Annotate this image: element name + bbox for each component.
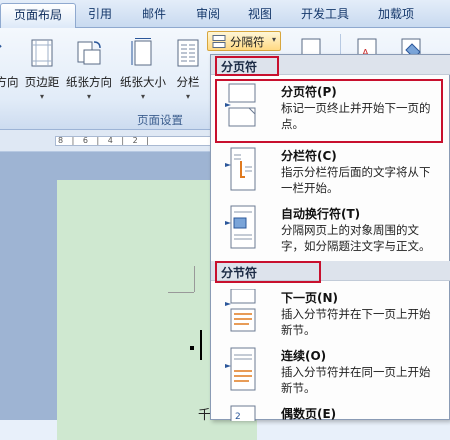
column-break-icon [225, 147, 256, 191]
page-size-button[interactable]: 纸张大小 ▾ [116, 34, 170, 116]
continuous-section-icon [225, 347, 256, 391]
margin-corner-mark [194, 266, 195, 292]
text-wrapping-break-icon [225, 205, 256, 249]
menu-item-column-break[interactable]: 分栏符(C) 指示分栏符后面的文字将从下一栏开始。 [211, 143, 450, 201]
chevron-down-icon: ▾ [140, 92, 146, 101]
breaks-dropdown-menu: 分页符 分页符(P) 标记一页终止并开始下一页的点。 分栏符(C) 指示分栏符后… [210, 54, 450, 421]
ruler-scale: 8 | 6 | 4 | 2 | [55, 136, 215, 146]
tab-references[interactable]: 引用 [78, 3, 122, 28]
page-size-label: 纸张大小 [120, 75, 166, 89]
highlight-box [215, 56, 279, 76]
margins-button[interactable]: 页边距 ▾ [22, 34, 62, 116]
tab-developer[interactable]: 开发工具 [290, 3, 360, 28]
ribbon-tab-bar: 页面布局 引用 邮件 审阅 视图 开发工具 加载项 [0, 0, 450, 28]
breaks-label: 分隔符 [230, 35, 265, 49]
paragraph-bullet [190, 346, 194, 350]
chevron-down-icon: ▾ [86, 92, 92, 101]
chevron-down-icon: ▾ [185, 92, 191, 101]
text-direction-button[interactable]: 方向 [0, 34, 24, 116]
orientation-icon [77, 41, 101, 65]
menu-item-description: 分隔网页上的对象周围的文字，如分隔题注文字与正文。 [281, 223, 431, 253]
columns-label: 分栏 [176, 75, 200, 89]
margins-icon [31, 39, 53, 67]
menu-item-title: 下一页(N) [281, 291, 339, 305]
even-page-section-icon: 2 [230, 405, 256, 421]
menu-item-title: 分栏符(C) [281, 149, 337, 163]
text-cursor [200, 330, 202, 360]
text-direction-label: 方向 [0, 75, 19, 89]
menu-item-description: 插入分节符并在同一页上开始新节。 [281, 365, 431, 395]
chevron-down-icon: ▾ [272, 35, 277, 44]
tab-page-layout[interactable]: 页面布局 [0, 3, 76, 28]
page-size-icon [131, 38, 152, 66]
menu-item-title: 连续(O) [281, 349, 327, 363]
menu-item-next-page[interactable]: 下一页(N) 插入分节符并在下一页上开始新节。 [211, 285, 450, 341]
margins-label: 页边距 [24, 75, 60, 89]
columns-icon [177, 39, 199, 67]
orientation-button[interactable]: 纸张方向 ▾ [62, 34, 116, 116]
menu-item-even-page[interactable]: 2 偶数页(E) [211, 401, 450, 421]
highlight-box [215, 261, 321, 283]
menu-item-description: 插入分节符并在下一页上开始新节。 [281, 307, 431, 337]
breaks-icon [212, 35, 226, 48]
highlight-box [215, 79, 443, 143]
menu-item-title: 偶数页(E) [281, 407, 337, 421]
margin-corner-mark [168, 292, 194, 293]
menu-item-continuous[interactable]: 连续(O) 插入分节符并在同一页上开始新节。 [211, 343, 450, 399]
chevron-down-icon: ▾ [39, 92, 45, 101]
breaks-button[interactable]: 分隔符 ▾ [207, 31, 281, 51]
tab-add-ins[interactable]: 加载项 [368, 3, 424, 28]
next-page-section-icon [225, 289, 256, 332]
tab-mailings[interactable]: 邮件 [132, 3, 176, 28]
menu-item-description: 指示分栏符后面的文字将从下一栏开始。 [281, 165, 431, 195]
tab-review[interactable]: 审阅 [186, 3, 230, 28]
tab-view[interactable]: 视图 [238, 3, 282, 28]
text-direction-icon [0, 44, 2, 48]
orientation-label: 纸张方向 [66, 75, 112, 89]
menu-item-title: 自动换行符(T) [281, 207, 361, 221]
menu-item-text-wrapping-break[interactable]: 自动换行符(T) 分隔网页上的对象周围的文字，如分隔题注文字与正文。 [211, 201, 450, 261]
columns-button[interactable]: 分栏 ▾ [170, 34, 206, 116]
